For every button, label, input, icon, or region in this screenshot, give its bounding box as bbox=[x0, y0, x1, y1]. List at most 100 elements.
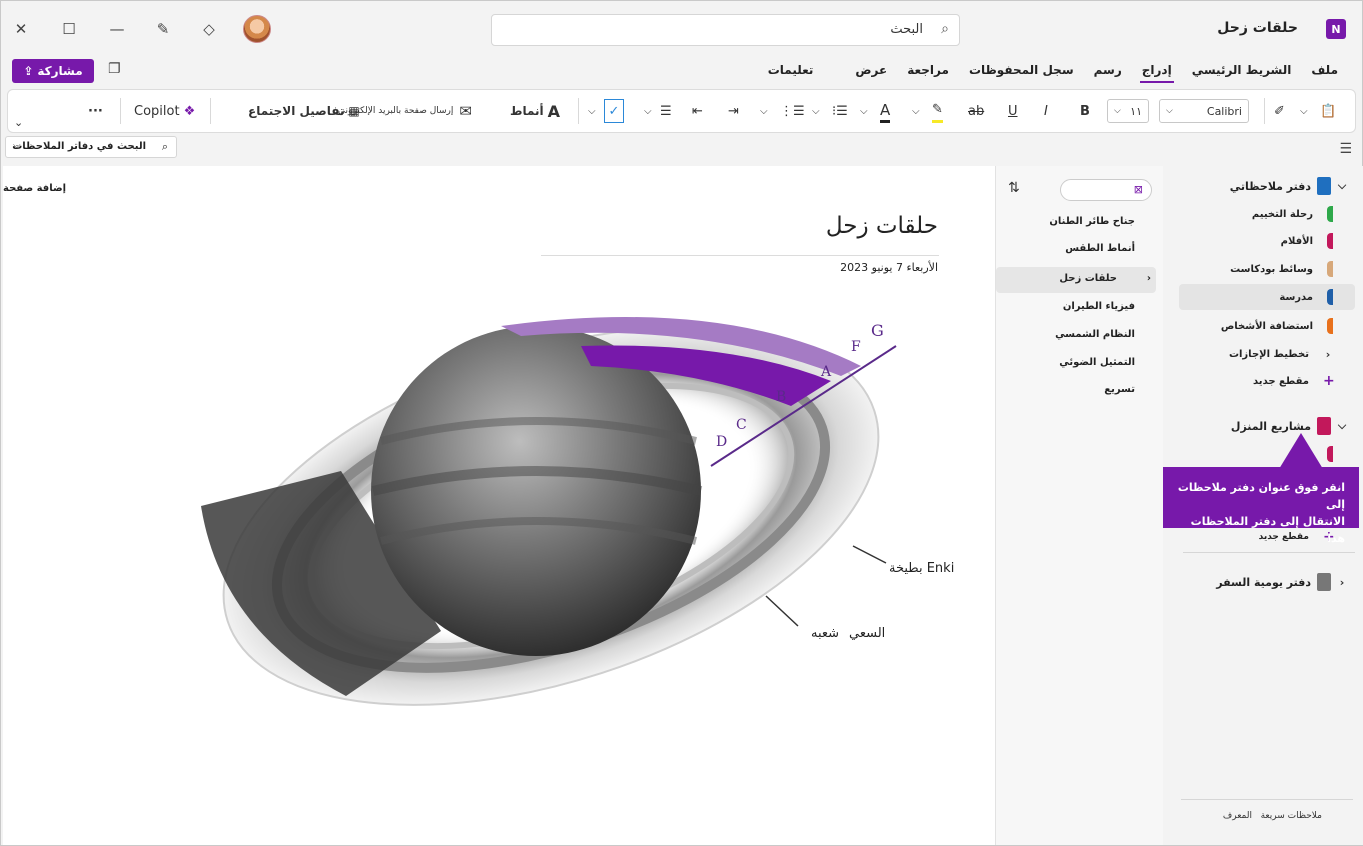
section-name: وسائط بودكاست bbox=[1230, 263, 1313, 275]
tab-home[interactable]: الشريط الرئيسي bbox=[1182, 63, 1302, 77]
page-item[interactable]: النظام الشمسي bbox=[1055, 329, 1135, 340]
tab-file[interactable]: ملف bbox=[1301, 63, 1348, 77]
outdent-icon[interactable]: ⇤ bbox=[692, 99, 703, 123]
font-color-icon[interactable]: A bbox=[880, 99, 891, 123]
page-date: الأربعاء 7 يونيو 2023 bbox=[840, 261, 938, 274]
page-item[interactable]: فيزياء الطيران bbox=[1063, 301, 1135, 312]
tab-insert[interactable]: إدراج bbox=[1132, 63, 1182, 83]
chevron-down-icon[interactable]: ⌵ bbox=[912, 99, 920, 123]
format-painter-icon[interactable]: ✐ bbox=[1274, 99, 1285, 123]
tooltip-line2: الانتقال إلى دفتر الملاحظات هذا bbox=[1190, 515, 1345, 545]
ribbon: ⌄ ··· Copilot ❖ تفاصيل الاجتماع ▦ إرسال … bbox=[7, 89, 1356, 133]
page-item[interactable]: التمثيل الضوئي bbox=[1059, 357, 1135, 368]
maximize-icon[interactable]: ☐ bbox=[55, 15, 83, 43]
bullet-list-icon[interactable]: ⁝☰ bbox=[832, 99, 848, 123]
paste-icon[interactable]: 📋 bbox=[1320, 99, 1336, 123]
styles-label: أنماط bbox=[510, 104, 544, 118]
tab-view[interactable]: عرض bbox=[845, 63, 897, 77]
section-name: رحلة التخييم bbox=[1251, 208, 1313, 220]
ribbon-tabs: ملف الشريط الرئيسي إدراج رسم سجل المحفوظ… bbox=[746, 63, 1348, 83]
share-label: مشاركة bbox=[37, 64, 83, 78]
tab-draw[interactable]: رسم bbox=[1084, 63, 1132, 77]
section-item-active[interactable]: مدرسة bbox=[1279, 286, 1333, 308]
chevron-down-icon[interactable]: ⌵ bbox=[860, 99, 868, 123]
underline-icon[interactable]: U bbox=[1008, 99, 1018, 123]
sticky-notes-icon[interactable]: ❐ bbox=[108, 61, 126, 79]
section-group[interactable]: › تخطيط الإجازات bbox=[1229, 343, 1333, 365]
page-search-input[interactable]: ⊠ bbox=[1060, 179, 1152, 201]
meeting-details-label: تفاصيل الاجتماع bbox=[248, 104, 345, 118]
title-underline bbox=[541, 255, 939, 256]
section-item[interactable]: الأفلام bbox=[1281, 230, 1333, 252]
onenote-window: ✕ ☐ — ✎ ◇ البحث ⌕ حلقات زحل N ⇪ مشاركة ❐… bbox=[0, 0, 1363, 846]
add-page-button[interactable]: إضافة صفحة bbox=[3, 183, 66, 194]
section-color-tab bbox=[1327, 233, 1333, 249]
highlighter-icon[interactable]: ✎ bbox=[932, 99, 943, 123]
annotation-left: شعبه bbox=[811, 626, 840, 641]
ring-label-d: D bbox=[716, 434, 727, 450]
checkbox-tag-icon[interactable]: ✓ bbox=[604, 99, 624, 123]
page-item[interactable]: تسريع bbox=[1104, 384, 1135, 395]
bold-icon[interactable]: B bbox=[1080, 99, 1090, 123]
tab-review[interactable]: مراجعة bbox=[897, 63, 959, 77]
section-color-tab bbox=[1327, 206, 1333, 222]
page-item[interactable]: أنماط الطقس bbox=[1065, 243, 1135, 254]
italic-icon[interactable]: I bbox=[1044, 99, 1048, 123]
copilot-button[interactable]: Copilot ❖ bbox=[134, 99, 195, 123]
menu-icon[interactable]: ☰ bbox=[1339, 141, 1352, 157]
sort-icon[interactable]: ⇅ bbox=[1008, 180, 1020, 196]
divider bbox=[578, 98, 579, 124]
new-section-button[interactable]: + مقطع جديد bbox=[1253, 370, 1335, 392]
share-button[interactable]: ⇪ مشاركة bbox=[12, 59, 94, 83]
ring-label-g: G bbox=[871, 321, 884, 340]
font-name-select[interactable]: ⌵ Calibri bbox=[1159, 99, 1249, 123]
notebook-item-my-notebook[interactable]: ⌵ دفتر ملاحظاتي bbox=[1230, 175, 1347, 197]
search-input[interactable]: البحث ⌕ bbox=[491, 14, 960, 46]
notebook-name: مشاريع المنزل bbox=[1230, 419, 1311, 433]
page-item[interactable]: جناح طائر الطنان bbox=[1049, 216, 1135, 227]
chevron-down-icon: ⌵ bbox=[1337, 419, 1347, 432]
email-page-button[interactable]: إرسال صفحة بالبريد الإلكتروني ✉ bbox=[338, 99, 472, 123]
section-name: استضافة الأشخاص bbox=[1220, 320, 1313, 332]
quick-notes-button[interactable]: ملاحظات سريعة المعرف bbox=[1223, 811, 1322, 821]
chevron-down-icon[interactable]: ⌵ bbox=[588, 99, 596, 123]
chevron-down-icon[interactable]: ⌵ bbox=[812, 99, 820, 123]
more-button[interactable]: ··· bbox=[88, 99, 103, 123]
planet bbox=[371, 326, 701, 656]
ring-label-f: F bbox=[851, 339, 861, 355]
tab-help[interactable]: تعليمات bbox=[758, 63, 824, 77]
styles-button[interactable]: أنماط A bbox=[510, 99, 560, 123]
quick-notes-label: ملاحظات سريعة bbox=[1260, 811, 1322, 821]
ribbon-collapse-icon[interactable]: ⌄ bbox=[14, 110, 23, 134]
numbered-list-icon[interactable]: ⋮☰ bbox=[780, 99, 805, 123]
section-item[interactable]: استضافة الأشخاص bbox=[1221, 315, 1333, 337]
page-title[interactable]: حلقات زحل bbox=[826, 213, 938, 239]
annotation-enki: بطيخة Enki bbox=[889, 561, 955, 576]
avatar[interactable] bbox=[243, 15, 271, 43]
section-item[interactable]: وسائط بودكاست bbox=[1230, 258, 1333, 280]
font-size-select[interactable]: ⌵ ١١ bbox=[1107, 99, 1149, 123]
chevron-down-icon[interactable]: ⌵ bbox=[644, 99, 652, 123]
chevron-right-icon[interactable]: › bbox=[1147, 273, 1151, 284]
close-icon[interactable]: ✕ bbox=[7, 15, 35, 43]
diamond-icon[interactable]: ◇ bbox=[195, 15, 223, 43]
notebook-search-input[interactable]: ⌵ البحث في دفاتر الملاحظات ⌕ bbox=[5, 136, 177, 158]
minimize-icon[interactable]: — bbox=[103, 15, 131, 43]
saturn-image: G F A B C D bbox=[201, 317, 897, 706]
align-icon[interactable]: ☰ bbox=[660, 99, 672, 123]
section-item[interactable]: رحلة التخييم bbox=[1252, 203, 1333, 225]
tab-history[interactable]: سجل المحفوظات bbox=[959, 63, 1084, 77]
tooltip: انقر فوق عنوان دفتر ملاحظات إلى الانتقال… bbox=[1163, 467, 1359, 545]
pen-icon[interactable]: ✎ bbox=[149, 15, 177, 43]
notebook-item-travel-journal[interactable]: › دفتر يومية السفر bbox=[1216, 571, 1347, 593]
envelope-icon: ✉ bbox=[459, 102, 472, 120]
chevron-down-icon[interactable]: ⌵ bbox=[1300, 99, 1308, 123]
chevron-down-icon[interactable]: ⌵ bbox=[760, 99, 768, 123]
strikethrough-icon[interactable]: ab bbox=[968, 99, 984, 123]
indent-icon[interactable]: ⇥ bbox=[728, 99, 739, 123]
page-item-active[interactable]: حلقات زحل bbox=[1059, 273, 1117, 284]
chevron-down-icon: ⌵ bbox=[1166, 106, 1173, 116]
tooltip-line1: انقر فوق عنوان دفتر ملاحظات إلى bbox=[1177, 481, 1345, 511]
section-color-tab bbox=[1327, 289, 1333, 305]
app-title: حلقات زحل bbox=[1217, 20, 1298, 36]
